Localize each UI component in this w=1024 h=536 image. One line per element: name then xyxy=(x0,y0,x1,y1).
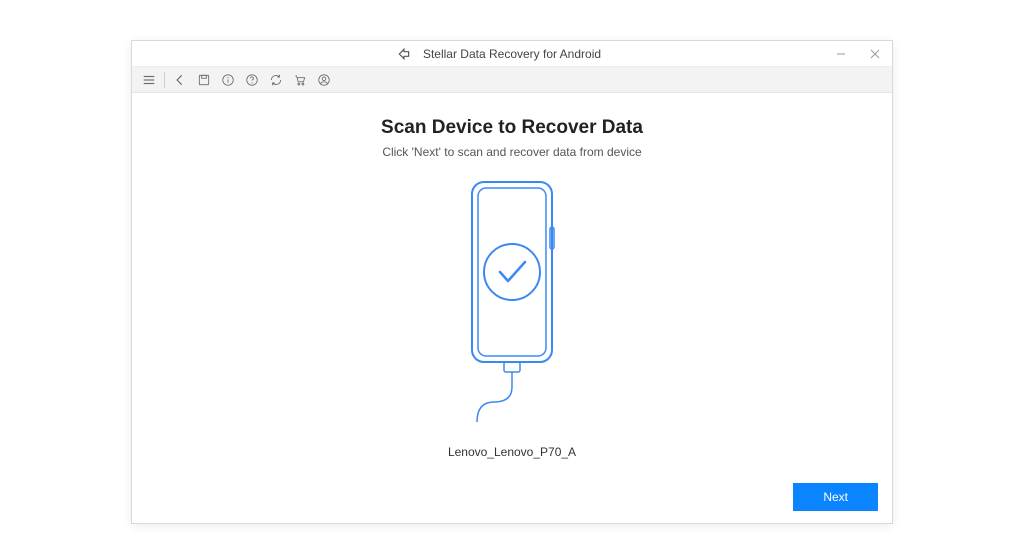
close-button[interactable] xyxy=(858,41,892,67)
user-icon[interactable] xyxy=(313,69,335,91)
toolbar xyxy=(132,67,892,93)
device-name-label: Lenovo_Lenovo_P70_A xyxy=(132,445,892,459)
main-content: Scan Device to Recover Data Click 'Next'… xyxy=(132,93,892,523)
next-button[interactable]: Next xyxy=(793,483,878,511)
device-illustration xyxy=(132,177,892,427)
back-icon[interactable] xyxy=(169,69,191,91)
save-icon[interactable] xyxy=(193,69,215,91)
help-icon[interactable] xyxy=(241,69,263,91)
info-icon[interactable] xyxy=(217,69,239,91)
window-controls xyxy=(824,41,892,67)
refresh-icon[interactable] xyxy=(265,69,287,91)
app-logo-icon xyxy=(397,47,411,61)
toolbar-separator xyxy=(164,72,165,88)
app-window: Stellar Data Recovery for Android xyxy=(131,40,893,524)
cart-icon[interactable] xyxy=(289,69,311,91)
menu-icon[interactable] xyxy=(138,69,160,91)
footer: Next xyxy=(793,483,878,511)
page-heading: Scan Device to Recover Data xyxy=(132,117,892,139)
page-subheading: Click 'Next' to scan and recover data fr… xyxy=(132,145,892,159)
minimize-button[interactable] xyxy=(824,41,858,67)
window-title: Stellar Data Recovery for Android xyxy=(423,47,601,61)
titlebar: Stellar Data Recovery for Android xyxy=(132,41,892,67)
